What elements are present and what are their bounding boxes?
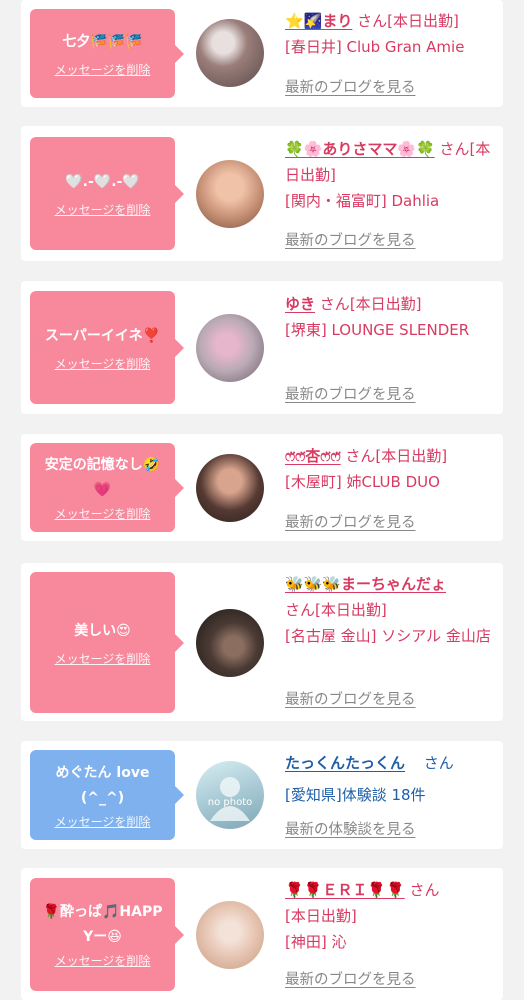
message-bubble: 七夕🎏🎏🎏 メッセージを削除 <box>30 9 184 98</box>
message-text: 安定の記憶なし🤣💗 <box>44 457 161 498</box>
message-card: めぐたん love(^_^) メッセージを削除 no photo たっくんたっく… <box>21 741 503 849</box>
message-text: めぐたん love(^_^) <box>55 764 150 806</box>
avatar[interactable] <box>196 609 264 677</box>
status-text: [本日出勤] <box>315 601 387 619</box>
message-bubble: 美しい😍 メッセージを削除 <box>30 572 184 713</box>
latest-blog-link[interactable]: 最新のブログを見る <box>285 229 416 250</box>
avatar[interactable] <box>196 454 264 522</box>
status-text: [本日出勤] <box>375 447 448 465</box>
honorific: さん <box>409 881 440 899</box>
status-text: [本日出勤] <box>349 295 422 313</box>
delete-message-link[interactable]: メッセージを削除 <box>55 505 151 522</box>
delete-message-link[interactable]: メッセージを削除 <box>55 813 151 830</box>
profile-name-link[interactable]: ゆき <box>285 295 315 313</box>
profile-name-link[interactable]: ෆ̈ෆ̈杏ෆ̈ෆ̈ <box>285 447 341 465</box>
avatar[interactable] <box>196 160 264 228</box>
no-photo-label: no photo <box>207 797 253 808</box>
message-bubble: スーパーイイネ❣️ メッセージを削除 <box>30 291 184 404</box>
message-text: 🤍.-🤍.-🤍 <box>65 173 140 190</box>
profile-name-link[interactable]: たっくんたっくん <box>285 754 405 772</box>
status-text: [本日出勤] <box>285 907 357 925</box>
shop-location: [堺東] LOUNGE SLENDER <box>285 321 470 339</box>
message-card: 🤍.-🤍.-🤍 メッセージを削除 🍀🌸ありさママ🌸🍀 さん[本日出勤] [関内・… <box>21 126 503 261</box>
profile-name-link[interactable]: 🍀🌸ありさママ🌸🍀 <box>285 140 435 158</box>
delete-message-link[interactable]: メッセージを削除 <box>55 201 151 218</box>
profile-info: 🐝🐝🐝まーちゃんだょ さん[本日出勤] [名古屋 金山] ソシアル 金山店 <box>285 571 497 649</box>
avatar[interactable] <box>196 19 264 87</box>
latest-blog-link[interactable]: 最新のブログを見る <box>285 688 416 709</box>
delete-message-link[interactable]: メッセージを削除 <box>55 650 151 667</box>
message-card: 七夕🎏🎏🎏 メッセージを削除 ⭐🌠まり さん[本日出勤] [春日井] Club … <box>21 0 503 107</box>
latest-review-link[interactable]: 最新の体験談を見る <box>285 818 416 839</box>
message-card: 安定の記憶なし🤣💗 メッセージを削除 ෆ̈ෆ̈杏ෆ̈ෆ̈ さん[本日出勤] [木… <box>21 434 503 541</box>
latest-blog-link[interactable]: 最新のブログを見る <box>285 383 416 404</box>
shop-location: [木屋町] 姉CLUB DUO <box>285 473 440 491</box>
profile-info: ෆ̈ෆ̈杏ෆ̈ෆ̈ さん[本日出勤] [木屋町] 姉CLUB DUO <box>285 443 497 495</box>
message-bubble: 🌹酔っぱ🎵HAPPYー😆 メッセージを削除 <box>30 878 184 991</box>
delete-message-link[interactable]: メッセージを削除 <box>55 952 151 969</box>
profile-name-link[interactable]: 🌹🌹ＥＲＩ🌹🌹 <box>285 881 405 899</box>
avatar[interactable] <box>196 314 264 382</box>
latest-blog-link[interactable]: 最新のブログを見る <box>285 76 416 97</box>
avatar[interactable] <box>196 901 264 969</box>
honorific: さん <box>285 601 316 619</box>
message-bubble: 🤍.-🤍.-🤍 メッセージを削除 <box>30 137 184 250</box>
profile-info: 🌹🌹ＥＲＩ🌹🌹 さん [本日出勤] [神田] 沁 <box>285 877 497 955</box>
shop-location: [名古屋 金山] ソシアル 金山店 <box>285 627 491 645</box>
message-card: 美しい😍 メッセージを削除 🐝🐝🐝まーちゃんだょ さん[本日出勤] [名古屋 金… <box>21 563 503 721</box>
profile-info: 🍀🌸ありさママ🌸🍀 さん[本日出勤] [関内・福富町] Dahlia <box>285 136 497 214</box>
message-text: 美しい😍 <box>74 622 131 639</box>
avatar[interactable]: no photo <box>196 761 264 829</box>
message-text: 🌹酔っぱ🎵HAPPYー😆 <box>42 904 163 945</box>
profile-name-link[interactable]: 🐝🐝🐝まーちゃんだょ <box>285 575 446 593</box>
status-text: [本日出勤] <box>387 12 459 30</box>
honorific: さん <box>345 447 376 465</box>
honorific: さん <box>439 140 470 158</box>
no-photo-icon <box>210 777 250 821</box>
profile-info: ゆき さん[本日出勤] [堺東] LOUNGE SLENDER <box>285 291 497 343</box>
latest-blog-link[interactable]: 最新のブログを見る <box>285 968 416 989</box>
message-text: 七夕🎏🎏🎏 <box>62 33 143 50</box>
message-card: 🌹酔っぱ🎵HAPPYー😆 メッセージを削除 🌹🌹ＥＲＩ🌹🌹 さん [本日出勤] … <box>21 868 503 1000</box>
review-count: [愛知県]体験談 18件 <box>285 786 426 804</box>
shop-location: [春日井] Club Gran Amie <box>285 38 465 56</box>
latest-blog-link[interactable]: 最新のブログを見る <box>285 511 416 532</box>
message-bubble: 安定の記憶なし🤣💗 メッセージを削除 <box>30 443 184 532</box>
honorific: さん <box>357 12 388 30</box>
shop-location: [神田] 沁 <box>285 933 347 951</box>
message-card: スーパーイイネ❣️ メッセージを削除 ゆき さん[本日出勤] [堺東] LOUN… <box>21 281 503 414</box>
shop-location: [関内・福富町] Dahlia <box>285 192 440 210</box>
honorific: さん <box>319 295 350 313</box>
delete-message-link[interactable]: メッセージを削除 <box>55 355 151 372</box>
profile-info: ⭐🌠まり さん[本日出勤] [春日井] Club Gran Amie <box>285 8 497 60</box>
profile-name-link[interactable]: ⭐🌠まり <box>285 12 352 30</box>
message-text: スーパーイイネ❣️ <box>44 327 161 344</box>
message-bubble: めぐたん love(^_^) メッセージを削除 <box>30 750 184 840</box>
honorific: さん <box>423 754 454 772</box>
delete-message-link[interactable]: メッセージを削除 <box>55 61 151 78</box>
profile-info: たっくんたっくん さん [愛知県]体験談 18件 <box>285 750 497 808</box>
